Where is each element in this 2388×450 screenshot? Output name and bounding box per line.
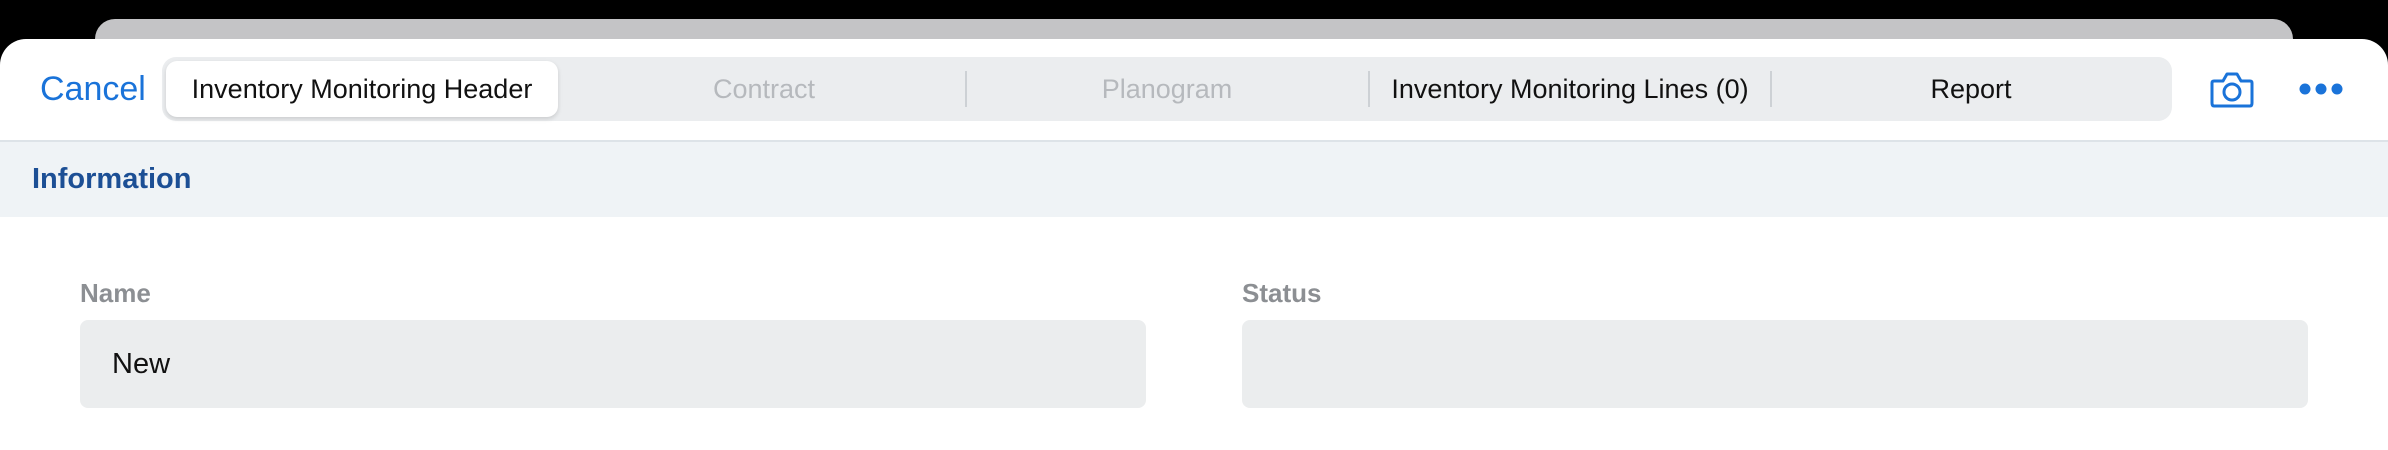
- tab-report[interactable]: Report: [1772, 61, 2170, 117]
- status-label: Status: [1242, 278, 1322, 308]
- section-header: Information: [0, 142, 2388, 217]
- name-label: Name: [80, 278, 151, 308]
- name-field[interactable]: [80, 320, 1146, 408]
- tab-planogram[interactable]: Planogram: [967, 61, 1367, 117]
- segmented-control: Inventory Monitoring Header Contract Pla…: [162, 57, 2172, 121]
- status-field[interactable]: [1242, 320, 2308, 408]
- tab-contract[interactable]: Contract: [564, 61, 964, 117]
- section-title: Information: [32, 163, 192, 195]
- tab-inventory-monitoring-header[interactable]: Inventory Monitoring Header: [166, 61, 558, 117]
- modal-sheet: Cancel Inventory Monitoring Header Contr…: [0, 39, 2388, 450]
- camera-button[interactable]: [2210, 69, 2254, 109]
- toolbar: Cancel Inventory Monitoring Header Contr…: [0, 39, 2388, 142]
- more-button[interactable]: [2298, 77, 2344, 101]
- camera-icon: [2210, 72, 2254, 108]
- tab-inventory-monitoring-lines[interactable]: Inventory Monitoring Lines (0): [1370, 61, 1770, 117]
- more-horizontal-icon: [2299, 83, 2343, 95]
- cancel-button[interactable]: Cancel: [40, 69, 146, 110]
